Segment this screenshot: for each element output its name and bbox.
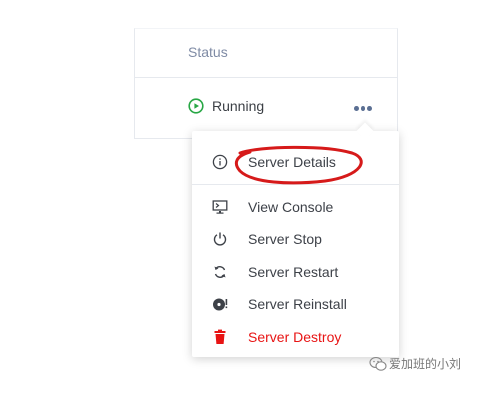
table-header-row: Status — [135, 29, 397, 78]
trash-icon — [214, 329, 226, 344]
watermark: 爱加班的小刘 — [369, 355, 461, 372]
menu-item-label: Server Details — [248, 154, 336, 170]
power-icon — [213, 232, 227, 246]
play-circle-icon — [188, 98, 204, 114]
status-column-header: Status — [188, 44, 228, 60]
menu-item-server-reinstall[interactable]: Server Reinstall — [192, 288, 399, 320]
server-table: Status Running — [134, 28, 398, 139]
menu-item-label: Server Destroy — [248, 329, 342, 345]
refresh-icon — [214, 266, 226, 278]
wechat-icon — [369, 356, 387, 371]
more-dot-icon — [354, 105, 359, 111]
menu-item-label: Server Reinstall — [248, 296, 347, 312]
menu-item-view-console[interactable]: View Console — [192, 191, 399, 223]
monitor-icon — [212, 200, 228, 214]
menu-item-label: View Console — [248, 199, 334, 215]
info-icon — [212, 154, 228, 170]
status-text: Running — [212, 98, 265, 114]
server-actions-menu: Server Details View Console Server Stop … — [192, 131, 399, 357]
menu-item-label: Server Restart — [248, 264, 339, 280]
more-dot-icon — [367, 105, 373, 111]
more-actions-button[interactable] — [353, 102, 373, 114]
menu-item-server-details[interactable]: Server Details — [192, 146, 399, 178]
watermark-text: 爱加班的小刘 — [389, 357, 462, 371]
more-dot-icon — [360, 105, 366, 111]
disk-icon — [213, 298, 228, 311]
menu-item-server-restart[interactable]: Server Restart — [192, 256, 399, 288]
status-cell: Running — [188, 98, 264, 114]
menu-item-server-stop[interactable]: Server Stop — [192, 223, 399, 255]
menu-divider — [192, 184, 399, 185]
menu-item-label: Server Stop — [248, 231, 322, 247]
menu-item-server-destroy[interactable]: Server Destroy — [192, 321, 399, 353]
